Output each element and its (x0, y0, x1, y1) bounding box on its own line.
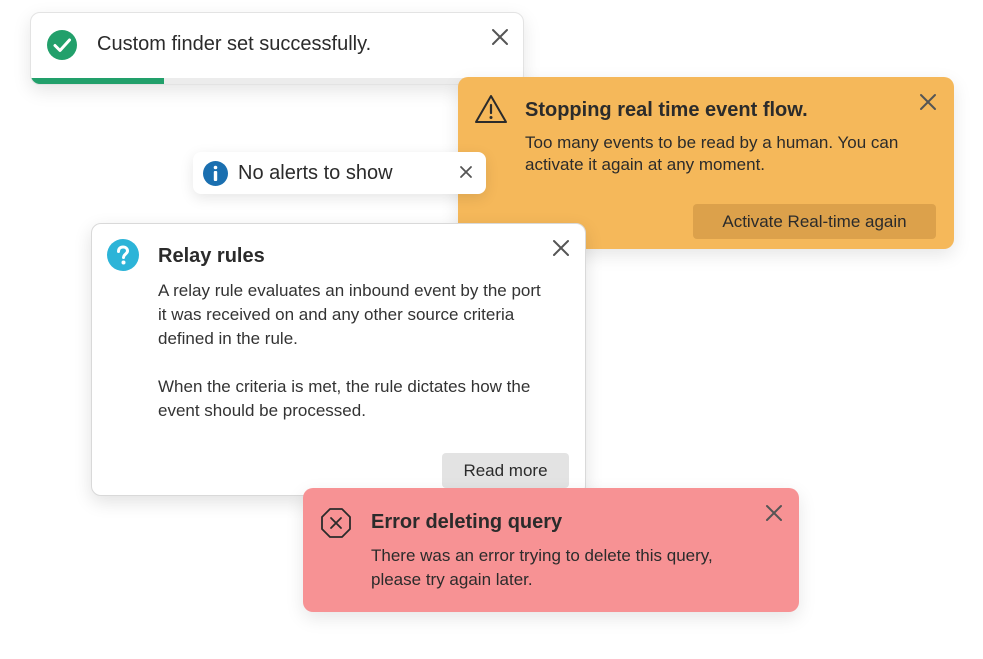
success-message: Custom finder set successfully. (97, 33, 372, 55)
question-circle-icon (107, 239, 139, 276)
warning-body: Too many events to be read by a human. Y… (525, 133, 899, 174)
help-paragraph: A relay rule evaluates an inbound event … (158, 281, 541, 348)
info-circle-icon (203, 161, 228, 191)
warning-title: Stopping real time event flow. (525, 99, 808, 121)
read-more-button[interactable]: Read more (442, 453, 569, 488)
error-octagon-icon (320, 507, 352, 544)
close-icon[interactable] (918, 92, 938, 112)
info-message: No alerts to show (238, 162, 393, 184)
close-icon[interactable] (458, 164, 474, 180)
help-toast: Relay rules A relay rule evaluates an in… (91, 223, 586, 496)
close-icon[interactable] (490, 27, 510, 47)
close-icon[interactable] (551, 238, 571, 258)
check-circle-icon (47, 30, 77, 65)
info-toast: No alerts to show (193, 152, 486, 194)
activate-realtime-button[interactable]: Activate Real-time again (693, 204, 936, 239)
help-paragraph: When the criteria is met, the rule dicta… (158, 377, 531, 420)
progress-bar (31, 78, 523, 84)
error-title: Error deleting query (371, 511, 563, 533)
help-body: A relay rule evaluates an inbound event … (158, 279, 548, 447)
error-toast: Error deleting query There was an error … (303, 488, 799, 612)
warning-triangle-icon (474, 94, 508, 129)
progress-bar-fill (31, 78, 164, 84)
error-body: There was an error trying to delete this… (371, 546, 713, 589)
help-title: Relay rules (158, 245, 265, 267)
success-toast: Custom finder set successfully. (30, 12, 524, 85)
close-icon[interactable] (764, 503, 784, 523)
